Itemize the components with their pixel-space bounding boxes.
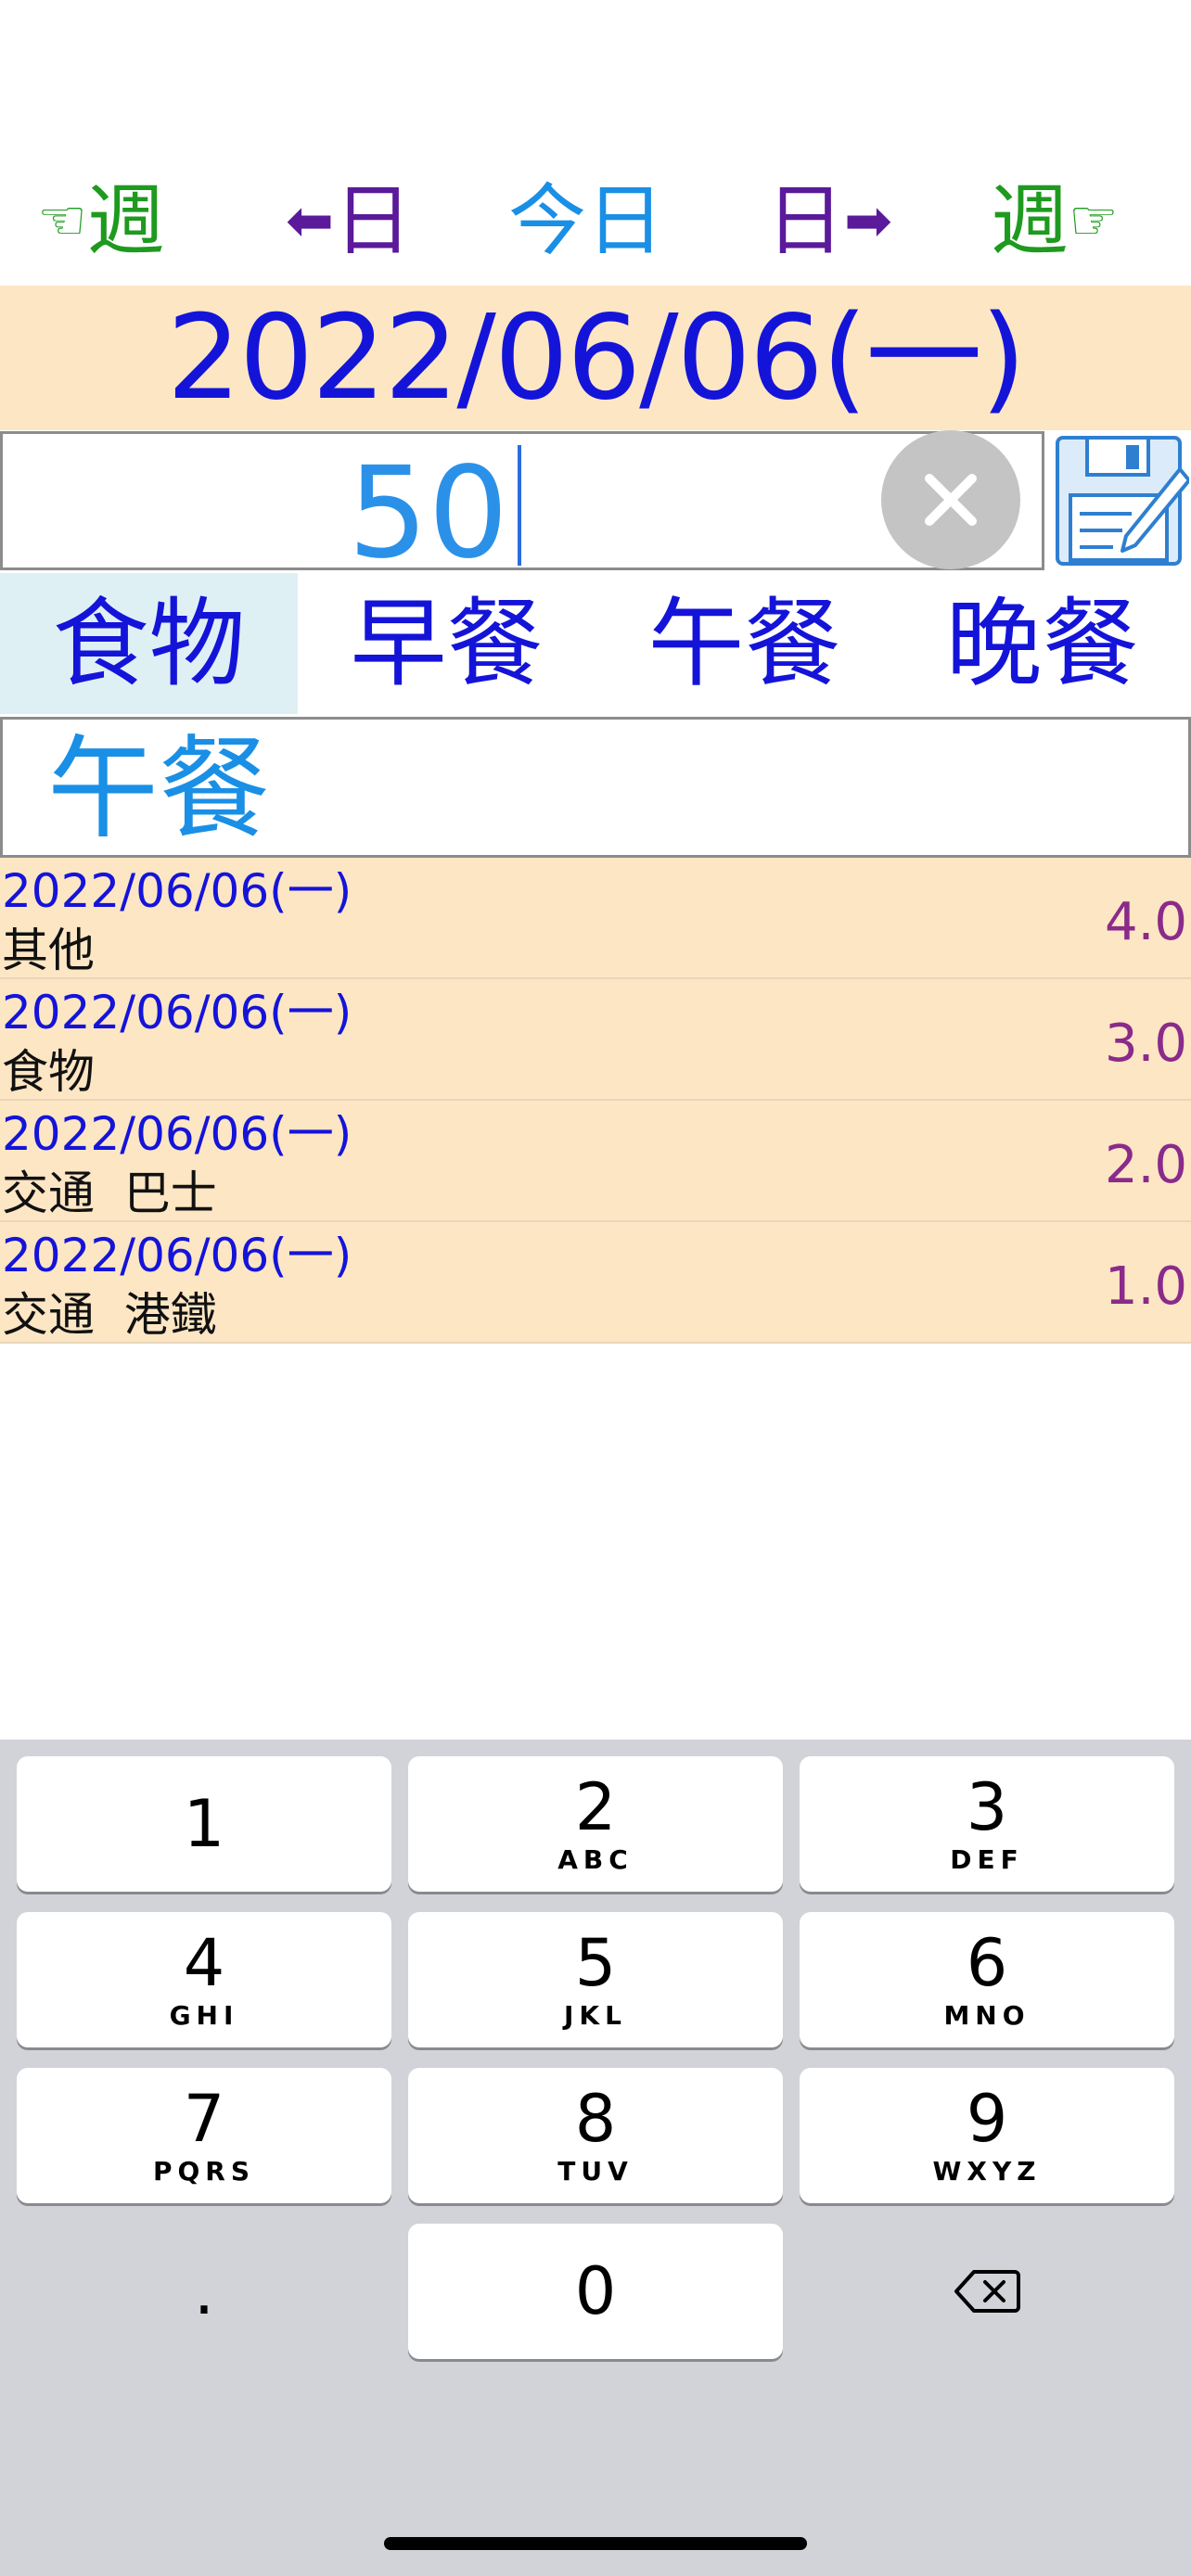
record-amount: 3.0 [1104,1014,1187,1074]
record-date: 2022/06/06(一) [2,986,352,1039]
home-indicator[interactable] [384,2537,807,2550]
record-description: 其他 [2,924,95,977]
key-letters: ABC [557,1844,634,1875]
key-letters: DEF [950,1844,1024,1875]
record-row[interactable]: 2022/06/06(一) 交通 巴士 2.0 [0,1101,1191,1222]
today-label: 今日 [508,175,665,266]
next-week-label: 週 [991,175,1069,266]
key-6[interactable]: 6 MNO [800,1912,1174,2047]
key-letters: WXYZ [932,2156,1042,2187]
prev-week-label: 週 [86,175,165,266]
key-letters: PQRS [152,2156,256,2187]
key-2[interactable]: 2 ABC [408,1756,783,1892]
key-letters: MNO [943,2000,1031,2031]
arrow-right-icon: ➡ [844,186,892,254]
today-button[interactable]: 今日 [508,165,664,276]
key-8[interactable]: 8 TUV [408,2068,783,2203]
record-amount: 1.0 [1104,1256,1187,1317]
prev-week-button[interactable]: ☜ 週 [37,165,165,276]
key-5[interactable]: 5 JKL [408,1912,783,2047]
key-0[interactable]: 0 [408,2224,783,2359]
record-description: 交通 港鐵 [2,1288,217,1342]
key-digit: 2 [574,1769,617,1845]
key-digit: 5 [574,1925,617,2001]
numeric-keypad: 1 2 ABC 3 DEF 4 GHI 5 JKL 6 MNO 7 PQRS 8… [0,1740,1191,2576]
record-row[interactable]: 2022/06/06(一) 交通 港鐵 1.0 [0,1222,1191,1344]
records-list: 2022/06/06(一) 其他 4.0 2022/06/06(一) 食物 3.… [0,858,1191,1344]
next-week-button[interactable]: 週 ☞ [991,165,1119,276]
date-banner[interactable]: 2022/06/06(一) [0,286,1191,430]
tab-lunch[interactable]: 午餐 [596,573,893,714]
key-3[interactable]: 3 DEF [800,1756,1174,1892]
key-digit: 1 [183,1786,225,1862]
key-digit: 3 [966,1769,1008,1845]
key-letters: TUV [557,2156,634,2187]
record-amount: 2.0 [1104,1135,1187,1195]
delete-key[interactable] [800,2224,1174,2359]
key-digit: 0 [574,2253,617,2329]
category-tabs: 食物 早餐 午餐 晚餐 [0,573,1191,714]
description-value: 午餐 [47,725,270,854]
key-digit: 6 [966,1925,1008,2001]
key-letters: JKL [564,2000,627,2031]
key-digit: 8 [574,2081,617,2157]
key-1[interactable]: 1 [17,1756,391,1892]
pointing-right-hand-icon: ☞ [1069,188,1119,253]
record-date: 2022/06/06(一) [2,1229,352,1282]
text-caret [518,445,521,566]
key-digit: 4 [183,1925,225,2001]
key-4[interactable]: 4 GHI [17,1912,391,2047]
prev-day-button[interactable]: ⬅ 日 [286,165,412,276]
key-9[interactable]: 9 WXYZ [800,2068,1174,2203]
selected-date: 2022/06/06(一) [166,289,1027,426]
tab-breakfast[interactable]: 早餐 [298,573,596,714]
record-description: 食物 [2,1045,95,1099]
record-row[interactable]: 2022/06/06(一) 食物 3.0 [0,979,1191,1101]
save-button[interactable] [1054,434,1191,567]
record-date: 2022/06/06(一) [2,1107,352,1161]
arrow-left-icon: ⬅ [286,186,334,254]
record-amount: 4.0 [1104,892,1187,952]
key-digit: 9 [966,2081,1008,2157]
key-decimal[interactable]: . [17,2224,391,2359]
tab-dinner[interactable]: 晚餐 [893,573,1191,714]
description-input[interactable]: 午餐 [0,717,1191,858]
amount-value: 50 [348,440,509,587]
record-description: 交通 巴士 [2,1167,217,1220]
record-row[interactable]: 2022/06/06(一) 其他 4.0 [0,858,1191,979]
key-digit: 7 [183,2081,225,2157]
floppy-disk-pencil-icon [1056,436,1191,566]
clear-button[interactable] [881,430,1020,569]
pointing-left-hand-icon: ☜ [37,188,87,253]
close-icon [925,474,977,526]
next-day-button[interactable]: 日 ➡ [766,165,892,276]
decimal-point: . [193,2253,215,2329]
key-letters: GHI [169,2000,239,2031]
next-day-label: 日 [766,175,845,266]
tab-food[interactable]: 食物 [0,573,298,714]
record-date: 2022/06/06(一) [2,864,352,918]
date-navigation: ☜ 週 ⬅ 日 今日 日 ➡ 週 ☞ [0,165,1191,276]
key-7[interactable]: 7 PQRS [17,2068,391,2203]
prev-day-label: 日 [333,175,412,266]
backspace-icon [954,2270,1020,2313]
